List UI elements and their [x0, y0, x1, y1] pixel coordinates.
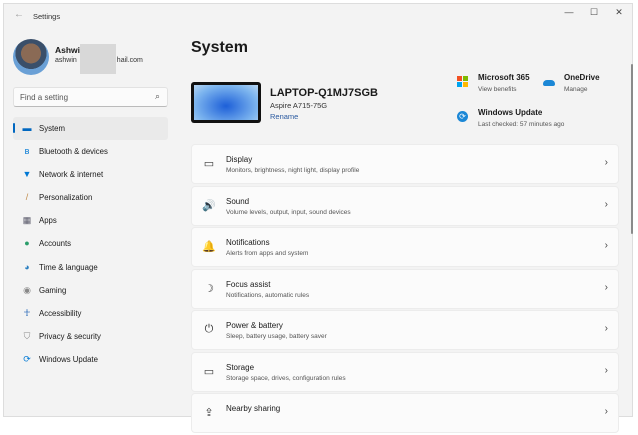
sidebar-item-apps[interactable]: ▦ Apps	[13, 209, 168, 232]
sidebar-nav: ▬ System ʙ Bluetooth & devices ▼ Network & in…	[13, 117, 168, 371]
chevron-right-icon: ›	[604, 240, 608, 251]
microsoft-365-icon	[457, 76, 468, 87]
chevron-right-icon: ›	[604, 198, 608, 210]
card-subtitle: Sleep, battery usage, battery saver	[226, 333, 327, 340]
microsoft-365-sub[interactable]: View benefits	[478, 86, 517, 93]
page-title: System	[191, 39, 248, 56]
card-subtitle: Volume levels, output, input, sound devi…	[226, 208, 351, 216]
sidebar-item-personalization[interactable]: / Personalization	[13, 186, 168, 209]
windows-update-status: Last checked: 57 minutes ago	[478, 121, 565, 128]
sidebar-item-accounts[interactable]: ● Accounts	[13, 232, 168, 255]
display-icon: ▭	[203, 158, 215, 170]
scrollbar[interactable]	[631, 64, 633, 234]
search-input[interactable]: Find a setting ⌕	[13, 87, 168, 107]
device-image	[191, 82, 261, 123]
card-title: Sound	[226, 196, 250, 206]
card-title: Nearby sharing	[226, 404, 281, 413]
sidebar-item-label: System	[39, 124, 65, 133]
card-display[interactable]: ▭ Display Monitors, brightness, night ligh…	[191, 144, 619, 184]
notifications-icon: 🔔	[202, 241, 216, 253]
card-subtitle: Storage space, drives, configuration rul…	[226, 374, 346, 382]
card-sound[interactable]: 🔊 Sound Volume levels, output, input, soun…	[191, 185, 619, 226]
storage-icon: ▭	[203, 365, 215, 378]
card-subtitle: Notifications, automatic rules	[226, 291, 310, 299]
device-name: LAPTOP-Q1MJ7SGB	[270, 87, 378, 99]
card-subtitle: Monitors, brightness, night light, displ…	[226, 167, 360, 174]
sidebar-item-system[interactable]: ▬ System	[13, 117, 168, 141]
sidebar-item-label: Accounts	[39, 239, 72, 249]
bluetooth-devices-icon: ʙ	[24, 146, 30, 157]
windows-update-icon: ⟳	[457, 111, 468, 122]
gaming-icon: ◉	[23, 284, 31, 295]
sidebar-item-label: Gaming	[39, 285, 67, 295]
windows-update-icon: ⟳	[23, 353, 31, 364]
card-power-battery[interactable]: ⏻ Power & battery Sleep, battery usage, ba…	[191, 310, 619, 350]
card-title: Notifications	[226, 238, 270, 247]
sound-icon: 🔊	[202, 199, 216, 212]
search-placeholder: Find a setting	[20, 93, 69, 102]
maximize-button[interactable]: ☐	[584, 7, 604, 18]
rename-link[interactable]: Rename	[270, 112, 298, 121]
personalization-icon: /	[25, 192, 29, 203]
minimize-button[interactable]: —	[559, 7, 579, 17]
accounts-icon: ●	[24, 238, 30, 249]
onedrive-sub[interactable]: Manage	[564, 86, 588, 93]
sidebar-item-label: Accessibility	[39, 308, 82, 318]
nearby-sharing-icon: ⇪	[204, 407, 214, 419]
sidebar-item-gaming[interactable]: ◉ Gaming	[13, 279, 168, 302]
email-end: hail.com	[116, 57, 143, 64]
close-button[interactable]: ✕	[609, 7, 629, 18]
onedrive-icon	[543, 80, 555, 86]
sidebar-item-label: Apps	[39, 216, 57, 226]
windows-update-link[interactable]: Windows Update	[478, 108, 542, 117]
card-notifications[interactable]: 🔔 Notifications Alerts from apps and syste…	[191, 227, 619, 267]
sidebar-item-label: Bluetooth & devices	[39, 147, 108, 157]
sidebar-item-accessibility[interactable]: ☥ Accessibility	[13, 302, 168, 325]
chevron-right-icon: ›	[604, 323, 608, 334]
sidebar-item-windows-update[interactable]: ⟳ Windows Update	[13, 348, 168, 371]
app-title: Settings	[33, 12, 61, 21]
sidebar-item-label: Time & language	[39, 262, 98, 272]
onedrive-link[interactable]: OneDrive	[564, 73, 600, 82]
sidebar-item-privacy-security[interactable]: ⛉ Privacy & security	[13, 325, 168, 348]
device-model: Aspire A715-75G	[270, 101, 328, 110]
accessibility-icon: ☥	[23, 307, 31, 318]
card-title: Display	[226, 155, 253, 164]
network-internet-icon: ▼	[22, 169, 32, 180]
microsoft-365-link[interactable]: Microsoft 365	[478, 73, 530, 82]
chevron-right-icon: ›	[604, 406, 608, 417]
card-subtitle: Alerts from apps and system	[226, 250, 309, 257]
search-icon: ⌕	[154, 91, 160, 101]
sidebar-item-label: Privacy & security	[39, 331, 101, 341]
avatar[interactable]	[13, 39, 49, 75]
system-icon: ▬	[22, 123, 32, 133]
card-title: Storage	[226, 362, 255, 372]
sidebar-item-network-internet[interactable]: ▼ Network & internet	[13, 163, 168, 186]
power-battery-icon: ⏻	[204, 323, 214, 335]
chevron-right-icon: ›	[604, 281, 608, 293]
privacy-security-icon: ⛉	[23, 330, 31, 341]
card-nearby-sharing[interactable]: ⇪ Nearby sharing ›	[191, 393, 619, 433]
chevron-right-icon: ›	[604, 364, 608, 376]
back-button[interactable]: ←	[14, 9, 24, 20]
sidebar-item-label: Personalization	[39, 193, 93, 203]
settings-window: ← Settings — ☐ ✕ Ashwin ashwin hail.com F…	[3, 3, 633, 433]
settings-list: ▭ Display Monitors, brightness, night ligh…	[191, 144, 619, 435]
card-focus-assist[interactable]: ☽ Focus assist Notifications, automatic ru…	[191, 268, 619, 309]
card-title: Focus assist	[226, 279, 271, 289]
card-storage[interactable]: ▭ Storage Storage space, drives, configura…	[191, 351, 619, 392]
focus-assist-icon: ☽	[204, 282, 214, 295]
sidebar-item-bluetooth-devices[interactable]: ʙ Bluetooth & devices	[13, 140, 168, 163]
sidebar-item-label: Windows Update	[39, 354, 98, 364]
sidebar-item-label: Network & internet	[39, 170, 104, 180]
time-language-icon: ◕	[24, 261, 30, 272]
title-bar: ← Settings — ☐ ✕	[4, 4, 632, 26]
email-start: ashwin	[55, 57, 77, 64]
sidebar-item-time-language[interactable]: ◕ Time & language	[13, 256, 168, 279]
apps-icon: ▦	[22, 215, 32, 226]
chevron-right-icon: ›	[604, 157, 608, 168]
redaction-blur	[80, 44, 116, 74]
card-title: Power & battery	[226, 321, 283, 330]
